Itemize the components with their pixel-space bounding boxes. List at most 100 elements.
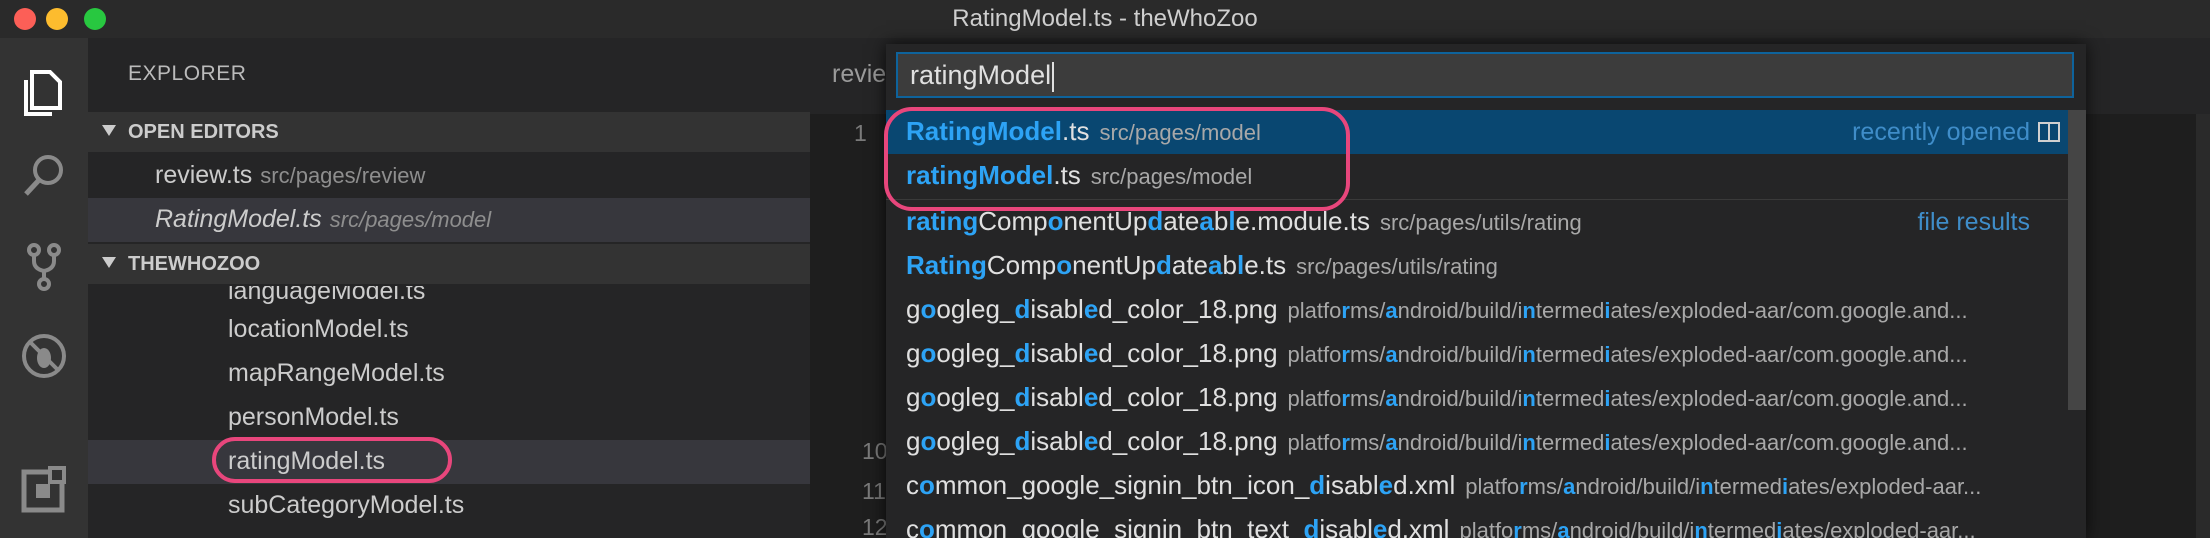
quick-open-input[interactable]: ratingModel	[896, 52, 2074, 98]
file-path: src/pages/model	[329, 207, 492, 232]
file-item[interactable]: locationModel.ts	[88, 308, 810, 352]
path-segment: ates/exploded-aar/com.google.and...	[1610, 430, 1968, 455]
label-segment: g	[906, 382, 921, 412]
path-segment: ms/	[1521, 518, 1558, 538]
label-segment: isabl	[1030, 426, 1084, 456]
path-segment: ndroid/build/i	[1397, 298, 1523, 323]
open-editor-item[interactable]: review.ts src/pages/review	[88, 154, 810, 198]
quick-open-result[interactable]: common_google_signin_btn_icon_disabled.x…	[886, 464, 2068, 508]
label-segment: e	[1083, 426, 1099, 456]
path-segment: ates/exploded-aar...	[1788, 474, 1982, 499]
label-segment: isabl	[1319, 514, 1373, 538]
label-segment: o	[920, 338, 937, 368]
result-path: platforms/android/build/intermediates/ex…	[1288, 430, 1968, 455]
open-editor-item-active[interactable]: RatingModel.ts src/pages/model	[88, 198, 810, 242]
editor-scrollbar[interactable]	[2196, 114, 2210, 538]
files-icon[interactable]	[16, 64, 72, 120]
path-segment: n	[1522, 298, 1536, 323]
result-label: googleg_disabled_color_18.png platforms/a…	[906, 426, 1968, 457]
path-segment: src/pages/utils/rating	[1296, 254, 1498, 279]
label-segment: c	[906, 514, 919, 538]
result-path: platforms/android/build/intermediates/ex…	[1288, 298, 1968, 323]
path-segment: a	[1385, 386, 1398, 411]
debug-icon[interactable]	[16, 328, 72, 384]
label-segment: e	[1083, 382, 1099, 412]
label-segment: e.ts	[1244, 250, 1287, 280]
text-cursor	[1052, 61, 1055, 92]
path-segment: n	[1522, 386, 1536, 411]
source-control-icon[interactable]	[16, 238, 72, 294]
path-segment: ates/exploded-aar/com.google.and...	[1610, 342, 1968, 367]
label-segment: Rating	[906, 250, 987, 280]
label-segment: e	[1378, 470, 1394, 500]
quick-open-result[interactable]: googleg_disabled_color_18.png platforms/a…	[886, 376, 2068, 420]
line-number: 10	[862, 438, 888, 464]
quick-open-result[interactable]: googleg_disabled_color_18.png platforms/a…	[886, 420, 2068, 464]
label-segment: ogleg_	[936, 382, 1015, 412]
result-label: RatingComponentUpdateable.ts src/pages/ut…	[906, 250, 1498, 281]
activity-bar	[0, 38, 88, 538]
project-header[interactable]: THEWHOZOO	[88, 244, 810, 284]
path-segment: a	[1385, 430, 1398, 455]
open-to-side-icon[interactable]	[2038, 122, 2060, 142]
result-label: googleg_disabled_color_18.png platforms/a…	[906, 338, 1968, 369]
file-item[interactable]: personModel.ts	[88, 396, 810, 440]
file-item[interactable]: mapRangeModel.ts	[88, 352, 810, 396]
result-label: common_google_signin_btn_icon_disabled.x…	[906, 470, 1981, 501]
label-segment: d_color_18.png	[1098, 382, 1278, 412]
line-number: 12	[862, 514, 888, 538]
label-segment: ate	[1171, 250, 1209, 280]
quick-open-result[interactable]: common_google_signin_btn_text_disabled.x…	[886, 508, 2068, 538]
label-segment: e	[1083, 294, 1099, 324]
label-segment: isabl	[1030, 294, 1084, 324]
label-segment: d_color_18.png	[1098, 426, 1278, 456]
search-icon[interactable]	[16, 148, 72, 204]
label-segment: d	[1014, 382, 1031, 412]
result-path: platforms/android/build/intermediates/ex…	[1465, 474, 1981, 499]
collapse-icon	[102, 125, 116, 136]
label-segment: g	[906, 426, 921, 456]
path-segment: ms/	[1349, 342, 1386, 367]
tab-review[interactable]: revie	[832, 60, 886, 89]
quick-open-result[interactable]: googleg_disabled_color_18.png platforms/a…	[886, 332, 2068, 376]
label-segment: d_color_18.png	[1098, 338, 1278, 368]
label-segment: g	[906, 338, 921, 368]
label-segment: g	[906, 294, 921, 324]
label-segment: e	[1083, 338, 1099, 368]
result-path: src/pages/utils/rating	[1380, 210, 1582, 235]
path-segment: a	[1385, 298, 1398, 323]
path-segment: platfo	[1287, 342, 1342, 367]
open-editors-header[interactable]: OPEN EDITORS	[88, 112, 810, 152]
annotation-circle	[212, 437, 452, 483]
label-segment: d	[1155, 250, 1172, 280]
label-segment: mmon_google_signin_btn_text_	[934, 514, 1304, 538]
recently-opened-label: recently opened	[1852, 118, 2030, 146]
label-segment: o	[1056, 250, 1073, 280]
path-segment: ndroid/build/i	[1575, 474, 1701, 499]
result-label: googleg_disabled_color_18.png platforms/a…	[906, 382, 1968, 413]
quick-open-result[interactable]: googleg_disabled_color_18.png platforms/a…	[886, 288, 2068, 332]
path-segment: termed	[1713, 474, 1783, 499]
label-segment: b	[1222, 250, 1237, 280]
label-segment: d	[1014, 338, 1031, 368]
label-segment: d	[1309, 470, 1326, 500]
file-item[interactable]: subCategoryModel.ts	[88, 484, 810, 528]
path-segment: n	[1522, 342, 1536, 367]
quick-open-result[interactable]: RatingComponentUpdateable.ts src/pages/ut…	[886, 244, 2068, 288]
vscode-window: RatingModel.ts - theWhoZoo EXPLORER OPEN…	[0, 0, 2210, 538]
label-segment: c	[906, 470, 919, 500]
result-path: platforms/android/build/intermediates/ex…	[1288, 386, 1968, 411]
quick-open-scrollbar[interactable]	[2068, 110, 2086, 410]
label-segment: a	[1208, 250, 1223, 280]
path-segment: n	[1694, 518, 1708, 538]
label-segment: d	[1014, 294, 1031, 324]
path-segment: ndroid/build/i	[1569, 518, 1695, 538]
label-segment: o	[919, 514, 935, 538]
label-segment: o	[920, 382, 937, 412]
label-segment: o	[920, 294, 937, 324]
path-segment: a	[1563, 474, 1576, 499]
path-segment: platfo	[1287, 430, 1342, 455]
extensions-icon[interactable]	[16, 462, 72, 518]
explorer-title: EXPLORER	[128, 62, 247, 85]
path-segment: ndroid/build/i	[1397, 342, 1523, 367]
